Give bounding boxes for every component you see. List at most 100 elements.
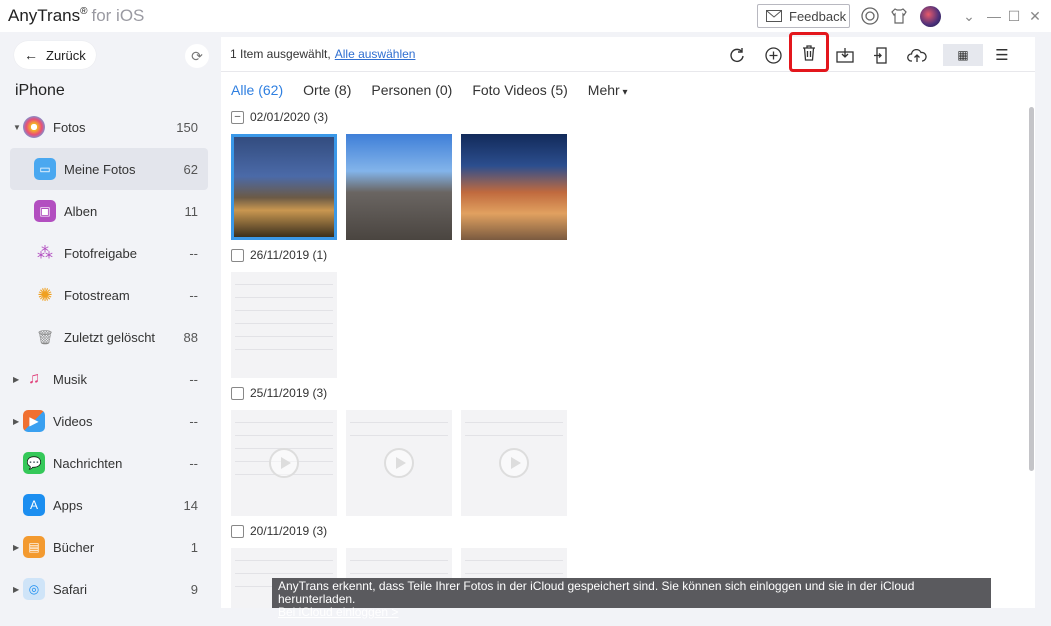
thumb-line	[235, 422, 333, 423]
grid-view-button[interactable]: ▦	[943, 44, 983, 66]
feedback-label: Feedback	[789, 8, 847, 24]
sidebar-item-count: --	[189, 455, 198, 471]
app-platform: for iOS	[91, 6, 145, 25]
chevron-down-icon[interactable]: ⌄	[960, 6, 978, 26]
tab-foto-videos[interactable]: Foto Videos (5)	[472, 82, 567, 98]
thumb-line	[350, 573, 448, 574]
icloud-login-link[interactable]: Bei iCloud einloggen >	[278, 605, 398, 619]
refresh-button[interactable]	[724, 42, 750, 68]
plus-circle-icon	[764, 46, 782, 64]
group-date: 20/11/2019 (3)	[250, 524, 328, 538]
select-all-link[interactable]: Alle auswählen	[335, 47, 416, 61]
app-name: AnyTrans	[8, 6, 81, 25]
group-checkbox[interactable]	[231, 248, 244, 262]
sidebar-item-fotostream[interactable]: ✺ Fotostream --	[10, 274, 208, 316]
play-icon	[384, 448, 414, 478]
sidebar-item-meine-fotos[interactable]: ▭ Meine Fotos 62	[10, 148, 208, 190]
sidebar-item-label: Apps	[53, 497, 83, 513]
sidebar-item-safari[interactable]: ▶ ◎ Safari 9	[10, 568, 208, 610]
back-button[interactable]: ← Zurück	[14, 41, 96, 69]
video-thumbnail[interactable]	[461, 410, 567, 516]
date-group-header: 26/11/2019 (1)	[231, 248, 327, 262]
sidebar-item-label: Safari	[53, 581, 87, 597]
sidebar-item-label: Zuletzt gelöscht	[64, 329, 156, 345]
photo-thumbnail[interactable]	[346, 134, 452, 240]
play-icon	[499, 448, 529, 478]
selection-status: 1 Item ausgewählt, Alle auswählen	[230, 47, 415, 61]
sidebar-item-label: Alben	[64, 203, 98, 219]
sidebar-item-label: Videos	[53, 413, 93, 429]
date-group-header: 25/11/2019 (3)	[231, 386, 327, 400]
safari-icon: ◎	[23, 578, 45, 600]
sidebar-item-fotofreigabe[interactable]: ⁂ Fotofreigabe --	[10, 232, 208, 274]
group-date: 26/11/2019 (1)	[250, 248, 328, 262]
toolbar: 1 Item ausgewählt, Alle auswählen ▦ ☰	[221, 32, 1035, 72]
expand-arrow-icon: ▶	[13, 374, 20, 384]
group-checkbox[interactable]	[231, 386, 244, 400]
tab-personen[interactable]: Personen (0)	[371, 82, 452, 98]
video-thumbnail[interactable]	[231, 410, 337, 516]
thumb-line	[465, 560, 563, 561]
back-label: Zurück	[46, 47, 86, 63]
main-panel: 1 Item ausgewählt, Alle auswählen ▦ ☰ All…	[221, 32, 1035, 608]
sidebar: ← Zurück ⟳ iPhone ▼ Fotos 150 ▭ Meine Fo…	[0, 32, 220, 626]
albums-icon: ▣	[34, 200, 56, 222]
thumb-line	[235, 297, 333, 298]
group-checkbox[interactable]: –	[231, 110, 244, 124]
sidebar-item-count: --	[189, 413, 198, 429]
maximize-icon[interactable]: ☐	[1005, 6, 1023, 26]
my-photos-icon: ▭	[34, 158, 56, 180]
sidebar-item-label: Fotos	[53, 119, 86, 135]
sidebar-item-label: Meine Fotos	[64, 161, 136, 177]
minimize-icon[interactable]: —	[985, 6, 1003, 26]
refresh-icon: ⟳	[191, 47, 203, 64]
sidebar-item-nachrichten[interactable]: 💬 Nachrichten --	[10, 442, 208, 484]
group-checkbox[interactable]	[231, 524, 244, 538]
sidebar-item-videos[interactable]: ▶ ▶ Videos --	[10, 400, 208, 442]
tab-alle[interactable]: Alle (62)	[231, 82, 283, 98]
user-avatar[interactable]	[920, 6, 941, 27]
books-icon: ▤	[23, 536, 45, 558]
sidebar-item-count: --	[189, 371, 198, 387]
sidebar-item-buecher[interactable]: ▶ ▤ Bücher 1	[10, 526, 208, 568]
tab-orte[interactable]: Orte (8)	[303, 82, 351, 98]
sidebar-item-count: 88	[183, 329, 198, 345]
send-to-device-icon	[874, 46, 887, 64]
skin-icon[interactable]	[889, 6, 909, 26]
photostream-icon: ✺	[37, 284, 53, 305]
export-to-pc-button[interactable]	[832, 42, 858, 68]
group-date: 25/11/2019 (3)	[250, 386, 328, 400]
thumb-line	[465, 422, 563, 423]
thumb-line	[350, 560, 448, 561]
play-icon	[269, 448, 299, 478]
send-to-device-button[interactable]	[868, 42, 894, 68]
refresh-device-button[interactable]: ⟳	[185, 44, 209, 68]
sidebar-item-musik[interactable]: ▶ ♫ Musik --	[10, 358, 208, 400]
photo-thumbnail[interactable]	[231, 134, 337, 240]
sidebar-item-fotos[interactable]: ▼ Fotos 150	[10, 106, 208, 148]
sidebar-item-count: --	[189, 245, 198, 261]
screenshot-thumbnail[interactable]	[231, 272, 337, 378]
delete-button[interactable]	[789, 32, 829, 72]
sidebar-item-alben[interactable]: ▣ Alben 11	[10, 190, 208, 232]
scrollbar[interactable]	[1029, 107, 1034, 471]
tab-mehr[interactable]: Mehr	[588, 82, 628, 98]
icloud-notification: AnyTrans erkennt, dass Teile Ihrer Fotos…	[272, 578, 991, 619]
sidebar-item-count: 1	[190, 539, 198, 555]
thumb-line	[465, 573, 563, 574]
video-thumbnail[interactable]	[346, 410, 452, 516]
expand-arrow-icon: ▶	[13, 542, 20, 552]
support-icon[interactable]	[860, 6, 880, 26]
thumb-line	[235, 435, 333, 436]
expand-arrow-icon: ▶	[13, 416, 20, 426]
add-button[interactable]	[760, 42, 786, 68]
sidebar-item-zuletzt-geloescht[interactable]: 🗑 Zuletzt gelöscht 88	[10, 316, 208, 358]
close-icon[interactable]: ✕	[1026, 6, 1044, 26]
thumb-line	[235, 349, 333, 350]
feedback-button[interactable]: Feedback	[757, 4, 850, 28]
sidebar-item-apps[interactable]: A Apps 14	[10, 484, 208, 526]
photo-thumbnail[interactable]	[461, 134, 567, 240]
sidebar-item-count: 150	[176, 119, 198, 135]
list-view-button[interactable]: ☰	[989, 42, 1015, 68]
upload-to-cloud-button[interactable]	[904, 42, 930, 68]
